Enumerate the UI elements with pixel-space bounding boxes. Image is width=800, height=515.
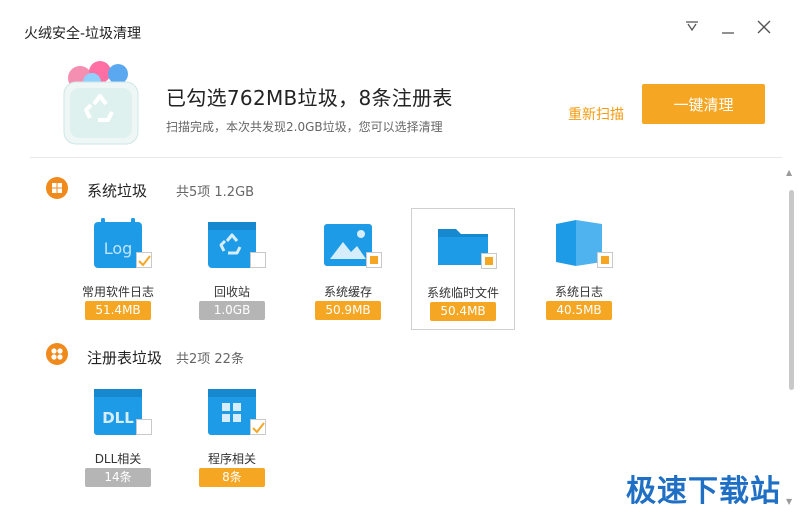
title-bar: 火绒安全-垃圾清理 (0, 0, 800, 60)
scroll-thumb[interactable] (789, 190, 794, 390)
item-size-badge: 50.4MB (430, 302, 496, 321)
checkbox-dll[interactable] (136, 419, 152, 435)
checkbox-system-logs[interactable] (597, 252, 613, 268)
item-count-badge: 8条 (199, 468, 265, 487)
item-dll[interactable]: DLL DLL相关 14条 (66, 375, 170, 497)
svg-text:DLL: DLL (102, 409, 134, 427)
item-label: DLL相关 (94, 452, 142, 466)
item-count-badge: 14条 (85, 468, 151, 487)
windows-icon (46, 177, 68, 199)
item-label: 回收站 (213, 285, 250, 299)
section-title-system: 系统垃圾 (87, 182, 148, 200)
rescan-link[interactable]: 重新扫描 (568, 104, 624, 124)
section-title-registry: 注册表垃圾 (87, 349, 163, 367)
checkbox-programs[interactable] (250, 419, 266, 435)
checkbox-software-logs[interactable] (136, 252, 152, 268)
item-label: 程序相关 (207, 452, 256, 466)
header-divider (30, 157, 782, 158)
trash-bin-icon (60, 60, 142, 146)
vertical-scrollbar[interactable]: ▲ ▼ (786, 168, 796, 508)
registry-icon (46, 343, 68, 365)
item-size-badge: 40.5MB (546, 301, 612, 320)
item-label: 系统日志 (554, 285, 603, 299)
item-system-logs[interactable]: 系统日志 40.5MB (527, 208, 631, 330)
summary-subtitle: 扫描完成，本次共发现2.0GB垃圾，您可以选择清理 (166, 120, 443, 134)
close-icon[interactable] (753, 16, 775, 38)
summary-headline: 已勾选762MB垃圾，8条注册表 (166, 86, 453, 110)
item-label: 常用软件日志 (81, 285, 154, 299)
menu-icon[interactable] (681, 16, 703, 38)
checkbox-system-temp-files[interactable] (481, 253, 497, 269)
item-label: 系统缓存 (323, 285, 372, 299)
item-size-badge: 1.0GB (199, 301, 265, 320)
checkbox-system-cache[interactable] (366, 252, 382, 268)
item-recycle-bin[interactable]: 回收站 1.0GB (180, 208, 284, 330)
minimize-icon[interactable] (717, 16, 739, 38)
item-size-badge: 51.4MB (85, 301, 151, 320)
watermark: 极速下载站 (626, 474, 781, 509)
section-stat-system: 共5项 1.2GB (176, 185, 255, 200)
item-software-logs[interactable]: Log 常用软件日志 51.4MB (66, 208, 170, 330)
scroll-up-icon[interactable]: ▲ (786, 168, 792, 177)
item-system-temp-files[interactable]: 系统临时文件 50.4MB (411, 208, 515, 330)
item-system-cache[interactable]: 系统缓存 50.9MB (296, 208, 400, 330)
section-stat-registry: 共2项 22条 (176, 352, 244, 367)
svg-text:Log: Log (104, 239, 133, 258)
item-size-badge: 50.9MB (315, 301, 381, 320)
checkbox-recycle-bin[interactable] (250, 252, 266, 268)
item-programs[interactable]: 程序相关 8条 (180, 375, 284, 497)
scroll-down-icon[interactable]: ▼ (786, 497, 792, 506)
one-click-clean-button[interactable]: 一键清理 (642, 84, 765, 124)
item-label: 系统临时文件 (426, 286, 499, 300)
app-title: 火绒安全-垃圾清理 (24, 26, 142, 42)
